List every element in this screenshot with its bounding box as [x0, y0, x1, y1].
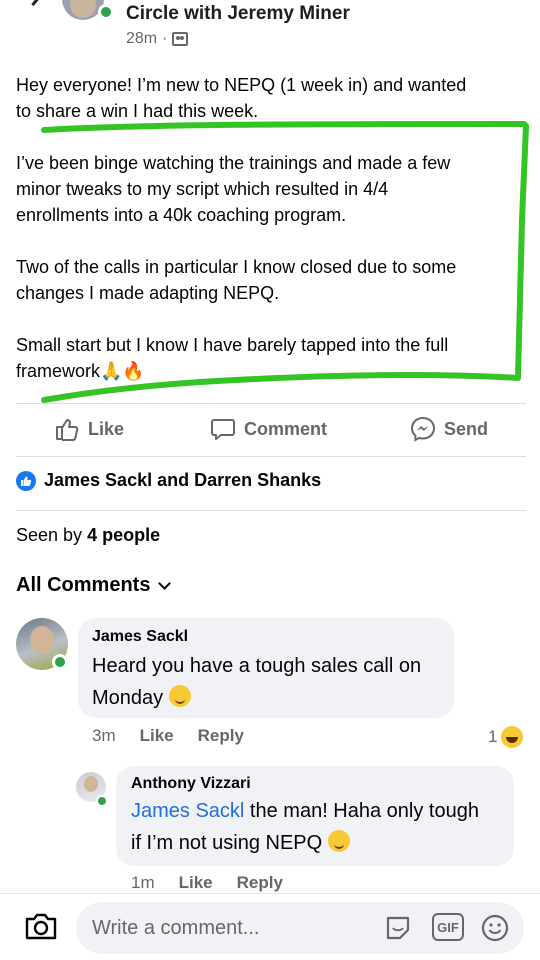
post-paragraph: Two of the calls in particular I know cl…: [16, 257, 457, 303]
reaction-count-value: 1: [488, 727, 498, 746]
divider: [16, 456, 526, 457]
comment-reply-button[interactable]: Reply: [198, 726, 244, 746]
sticker-icon[interactable]: [384, 914, 412, 942]
comment-like-button[interactable]: Like: [179, 873, 213, 893]
divider: [16, 510, 526, 511]
like-reaction-icon: [16, 470, 36, 491]
comments-filter-label: All Comments: [16, 574, 151, 596]
comment-reply-button[interactable]: Reply: [237, 873, 283, 893]
comment-actions: 3m Like Reply: [92, 726, 244, 746]
divider: [16, 403, 526, 404]
laugh-emoji-icon: [501, 726, 524, 748]
comment-text: Heard you have a tough sales call on Mon…: [92, 650, 442, 714]
post-paragraph: Hey everyone! I’m new to NEPQ (1 week in…: [16, 75, 467, 121]
meta-separator: ·: [162, 30, 168, 47]
comment-like-button[interactable]: Like: [140, 726, 174, 746]
like-button[interactable]: Like: [54, 416, 124, 442]
post-time: 28m: [126, 30, 158, 47]
seen-count: 4 people: [87, 525, 161, 545]
seen-prefix: Seen by: [16, 525, 83, 545]
comment-time: 1m: [131, 873, 155, 892]
comment-body: Heard you have a tough sales call on Mon…: [92, 655, 422, 709]
mention-link[interactable]: James Sackl: [131, 800, 244, 822]
comment-author[interactable]: Anthony Vizzari: [131, 775, 251, 793]
thumbs-up-icon: [56, 419, 79, 441]
post-body: Hey everyone! I’m new to NEPQ (1 week in…: [16, 72, 526, 384]
send-button[interactable]: Send: [410, 416, 488, 442]
emoji-icon[interactable]: [480, 913, 510, 943]
chevron-down-icon: [158, 577, 172, 590]
comment-label: Comment: [244, 418, 328, 439]
gif-button[interactable]: GIF: [432, 913, 464, 941]
online-indicator: [96, 795, 108, 807]
like-label: Like: [88, 418, 125, 439]
comment-button[interactable]: Comment: [210, 416, 327, 442]
comment-reaction-count[interactable]: 1: [488, 726, 524, 748]
back-chevron-icon[interactable]: [25, 0, 41, 7]
reaction-names: James Sackl and Darren Shanks: [44, 470, 322, 490]
comment-actions: 1m Like Reply: [131, 873, 283, 893]
comment-icon: [211, 419, 235, 440]
camera-icon[interactable]: [24, 911, 58, 941]
comment-author[interactable]: James Sackl: [92, 628, 188, 646]
comment-text: James Sackl the man! Haha only tough if …: [131, 795, 506, 859]
post-paragraph: I’ve been binge watching the trainings a…: [16, 153, 451, 225]
send-label: Send: [444, 418, 489, 439]
post-paragraph: Small start but I know I have barely tap…: [16, 335, 449, 381]
post-meta: 28m ·: [126, 30, 189, 48]
comment-time: 3m: [92, 726, 116, 745]
comments-filter[interactable]: All Comments: [16, 574, 172, 597]
messenger-icon: [410, 416, 436, 442]
wink-emoji-icon: [327, 830, 350, 852]
group-audience-icon: [172, 32, 189, 46]
online-indicator: [98, 4, 114, 20]
group-title[interactable]: Circle with Jeremy Miner: [126, 3, 350, 25]
wink-emoji-icon: [168, 685, 191, 707]
reactions-summary[interactable]: James Sackl and Darren Shanks: [16, 470, 321, 491]
seen-by[interactable]: Seen by 4 people: [16, 525, 160, 546]
online-indicator: [52, 654, 68, 670]
